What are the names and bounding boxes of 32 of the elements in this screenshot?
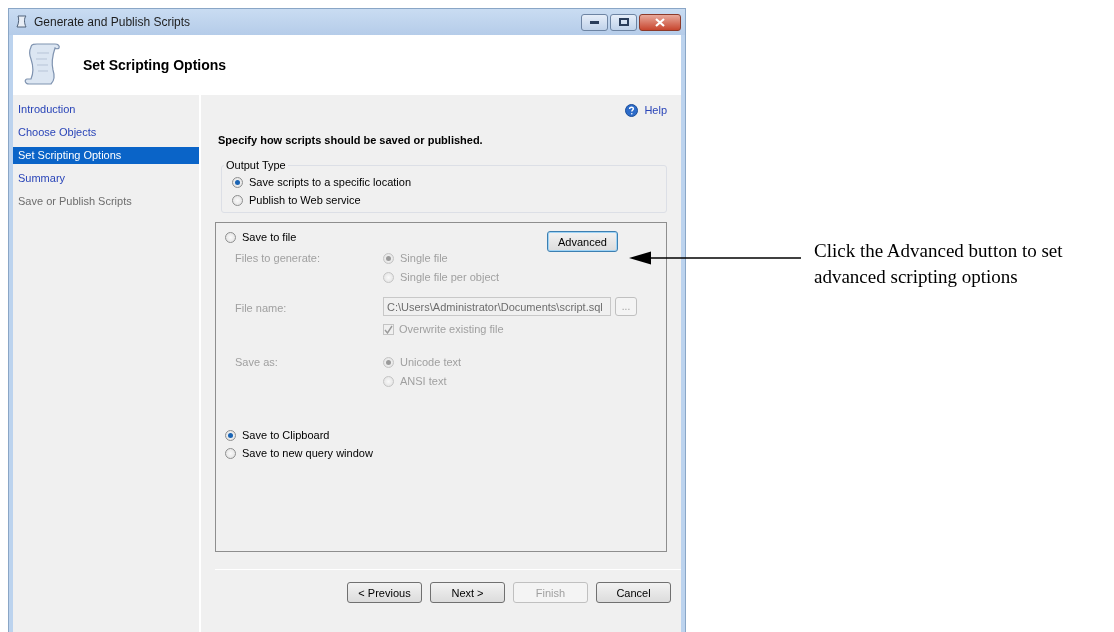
minimize-icon bbox=[590, 20, 599, 24]
callout-text: Click the Advanced button to set advanced scripting options bbox=[814, 239, 1064, 289]
group-label: Output Type bbox=[224, 159, 288, 171]
nav-button[interactable]: < Previous bbox=[347, 582, 422, 603]
sidebar-item[interactable]: Set Scripting Options bbox=[13, 147, 199, 164]
instruction-text: Specify how scripts should be saved or published. bbox=[217, 134, 484, 146]
field-label: File name: bbox=[235, 302, 288, 316]
window-title: Generate and Publish Scripts bbox=[34, 15, 192, 29]
close-button[interactable] bbox=[639, 13, 681, 31]
minimize-button[interactable] bbox=[581, 13, 608, 31]
radio-button[interactable]: Save to Clipboard bbox=[225, 429, 330, 441]
help-icon bbox=[625, 103, 639, 117]
nav-button[interactable]: Cancel bbox=[596, 582, 671, 603]
advanced-button[interactable]: Advanced bbox=[547, 231, 618, 252]
radio-button[interactable]: Save to new query window bbox=[225, 447, 373, 459]
scroll-icon bbox=[15, 15, 29, 29]
sidebar-item[interactable]: Introduction bbox=[13, 101, 199, 118]
maximize-icon bbox=[618, 18, 629, 26]
field-label: Files to generate: bbox=[235, 252, 321, 266]
radio-button[interactable]: Save to file bbox=[225, 231, 297, 243]
maximize-button[interactable] bbox=[610, 13, 637, 31]
checkbox-label: Overwrite existing file bbox=[399, 323, 504, 335]
nav-button[interactable]: Next > bbox=[430, 582, 505, 603]
radio-button[interactable]: Publish to Web service bbox=[232, 194, 361, 206]
field-label: Save as: bbox=[235, 356, 279, 370]
radio-button[interactable]: Save scripts to a specific location bbox=[232, 176, 412, 188]
sidebar-item[interactable]: Choose Objects bbox=[13, 124, 199, 141]
page-title: Set Scripting Options bbox=[83, 57, 227, 73]
scroll-icon bbox=[23, 43, 63, 87]
help-link[interactable]: Help bbox=[644, 104, 667, 116]
close-icon bbox=[655, 17, 665, 27]
sidebar-item[interactable]: Summary bbox=[13, 170, 199, 187]
